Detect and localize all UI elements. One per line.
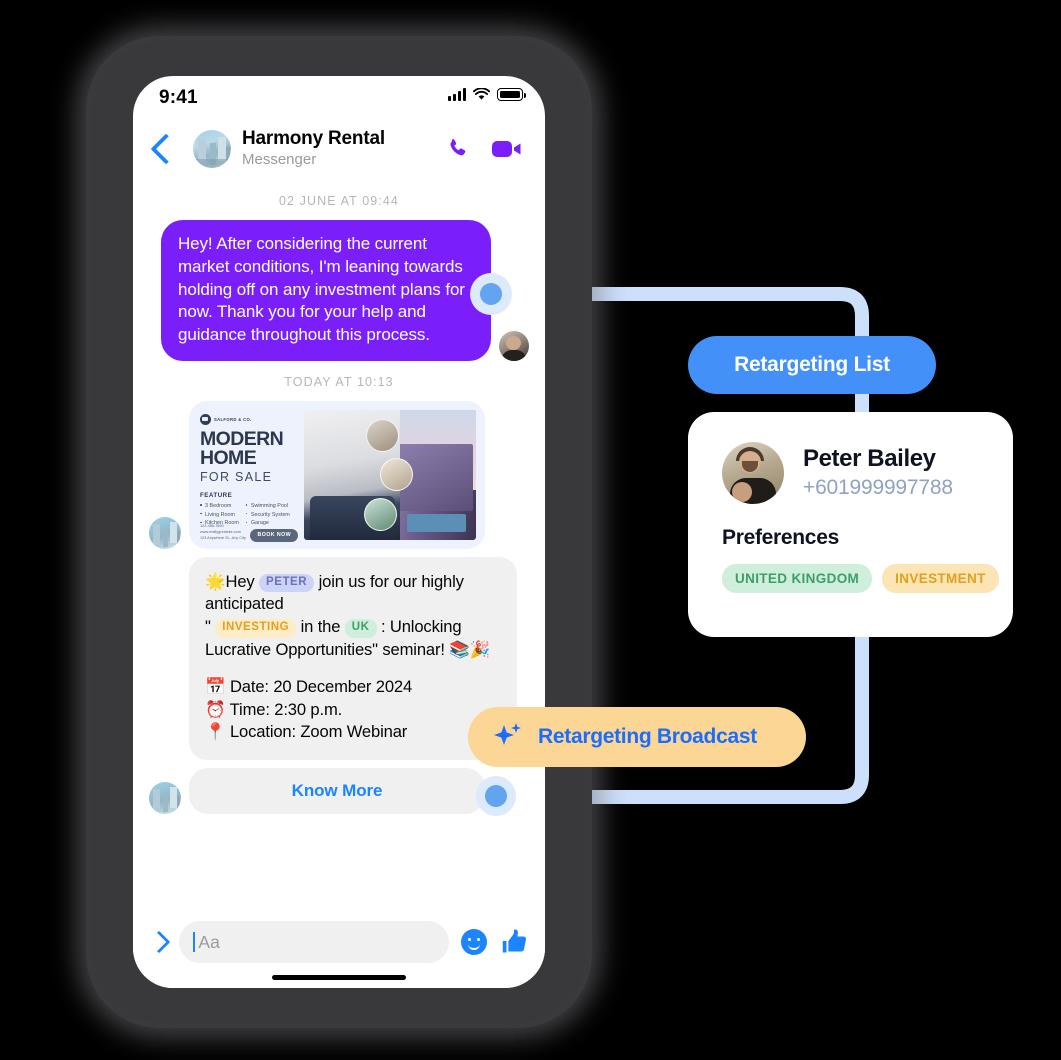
broadcast-quote: " — [205, 616, 211, 636]
status-badge-united-kingdom: UNITED KINGDOM — [722, 564, 873, 593]
message-composer: Aa — [133, 909, 545, 988]
phone-screen: 9:41 Harmony Rental Messenger 02 JUNE AT… — [133, 76, 545, 988]
chat-contact-subtitle: Messenger — [242, 150, 317, 168]
avatar — [499, 330, 529, 361]
person-card: Peter Bailey +601999997788 Preferences U… — [688, 412, 1013, 637]
text-caret — [193, 932, 196, 952]
signal-bars-icon — [448, 88, 466, 101]
list-item: Swimming Pool — [245, 502, 290, 511]
person-phone: +601999997788 — [803, 475, 953, 499]
flyer-contact: 123-456-7890 www.reallygreatsite.com 123… — [200, 524, 246, 540]
broadcast-date: 📅 Date: 20 December 2024 — [205, 677, 413, 697]
property-flyer-card[interactable]: SALFORD & CO. MODERN HOME FOR SALE FEATU… — [189, 400, 485, 549]
flyer-cta-button[interactable]: BOOK NOW — [250, 528, 298, 542]
message-input-placeholder: Aa — [198, 931, 220, 952]
person-avatar — [722, 442, 784, 504]
smiley-face-icon[interactable] — [461, 929, 487, 955]
list-item: Security System — [245, 511, 290, 520]
day-separator: TODAY AT 10:13 — [284, 374, 394, 389]
chat-header: Harmony Rental Messenger — [133, 118, 545, 180]
tag-investing: INVESTING — [215, 618, 297, 638]
contact-avatar[interactable] — [193, 130, 231, 168]
connector-dot-top — [470, 273, 512, 315]
chat-title-block: Harmony Rental Messenger — [242, 128, 437, 169]
list-item: 3 Bedroom — [200, 502, 239, 511]
list-item: Living Room — [200, 511, 239, 520]
flyer-title-line1: MODERN — [200, 427, 284, 450]
flyer-text-panel: SALFORD & CO. MODERN HOME FOR SALE FEATU… — [189, 401, 304, 549]
flyer-feature-heading: FEATURE — [200, 492, 233, 500]
chat-contact-name: Harmony Rental — [242, 128, 385, 150]
retargeting-broadcast-badge[interactable]: Retargeting Broadcast — [468, 707, 806, 767]
retargeting-broadcast-label: Retargeting Broadcast — [538, 725, 757, 748]
broadcast-line1-pre: 🌟Hey — [205, 571, 260, 591]
flyer-photo-pool — [407, 513, 466, 533]
status-time: 9:41 — [159, 87, 198, 108]
message-input[interactable]: Aa — [179, 921, 449, 963]
home-indicator — [272, 975, 406, 980]
avatar — [149, 516, 181, 549]
flyer-photo-bubble-2 — [379, 457, 413, 491]
brand-logo-icon — [200, 413, 211, 425]
person-name: Peter Bailey — [803, 445, 936, 473]
battery-icon — [497, 88, 526, 101]
connector-dot-bottom — [476, 776, 516, 816]
flyer-brand: SALFORD & CO. — [200, 413, 296, 425]
avatar — [149, 781, 181, 814]
video-call-icon[interactable] — [491, 137, 523, 161]
phone-call-icon[interactable] — [445, 136, 471, 162]
retargeting-list-badge[interactable]: Retargeting List — [688, 336, 936, 394]
screenshot-root: 9:41 Harmony Rental Messenger 02 JUNE AT… — [0, 0, 1061, 1060]
flyer-title-line2: HOME — [200, 446, 257, 469]
broadcast-location: 📍 Location: Zoom Webinar — [205, 722, 408, 742]
message-row-know-more: Know More — [149, 767, 529, 814]
wifi-icon — [473, 88, 490, 100]
preference-tags: UNITED KINGDOM INVESTMENT — [688, 550, 1013, 593]
flyer-subtitle: FOR SALE — [200, 470, 273, 485]
flyer-photo-bubble-1 — [365, 418, 399, 452]
status-bar: 9:41 — [133, 76, 545, 118]
broadcast-line2-colon: : — [376, 616, 386, 636]
broadcast-line2-mid: in the — [296, 616, 345, 636]
sparkle-icon — [494, 723, 521, 745]
flyer-photo — [304, 409, 476, 540]
back-chevron-icon[interactable] — [150, 133, 182, 165]
status-icons — [448, 88, 526, 101]
message-row-flyer: SALFORD & CO. MODERN HOME FOR SALE FEATU… — [149, 400, 529, 549]
tag-peter: PETER — [259, 573, 315, 593]
flyer-brand-name: SALFORD & CO. — [214, 416, 252, 422]
chevron-right-icon[interactable] — [147, 930, 171, 954]
know-more-button[interactable]: Know More — [189, 767, 485, 814]
tag-uk: UK — [344, 618, 377, 638]
day-separator: 02 JUNE AT 09:44 — [279, 194, 399, 208]
broadcast-time: ⏰ Time: 2:30 p.m. — [205, 699, 343, 719]
preferences-heading: Preferences — [722, 526, 839, 549]
thumbs-up-icon[interactable] — [501, 928, 529, 956]
outgoing-message-bubble[interactable]: Hey! After considering the current marke… — [161, 220, 491, 361]
retargeting-list-label: Retargeting List — [734, 353, 890, 376]
status-badge-investment: INVESTMENT — [882, 564, 999, 593]
chat-header-actions — [445, 136, 523, 162]
